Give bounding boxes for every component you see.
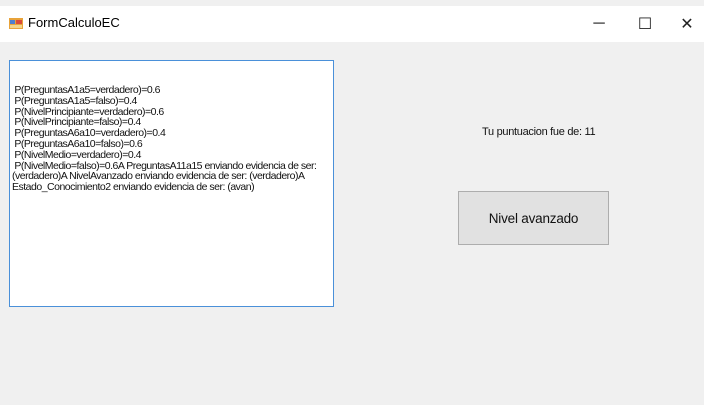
- minimize-button[interactable]: ─: [576, 6, 622, 42]
- level-button[interactable]: Nivel avanzado: [458, 191, 609, 245]
- score-label: Tu puntuacion fue de: 11: [482, 126, 596, 138]
- app-form-icon: [9, 18, 23, 29]
- maximize-button[interactable]: ☐: [622, 6, 668, 42]
- results-textbox[interactable]: P(PreguntasA1a5=verdadero)=0.6 P(Pregunt…: [9, 60, 334, 307]
- window-title: FormCalculoEC: [28, 15, 120, 30]
- form-window: FormCalculoEC ─ ☐ ✕ P(PreguntasA1a5=verd…: [0, 0, 704, 405]
- title-bar: FormCalculoEC ─ ☐ ✕: [0, 6, 704, 42]
- close-button[interactable]: ✕: [664, 6, 704, 42]
